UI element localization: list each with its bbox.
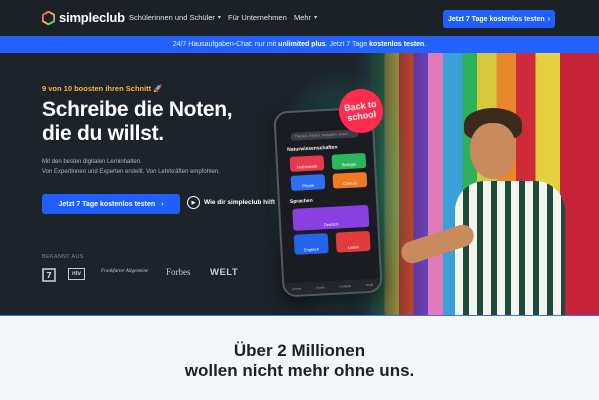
- stats-headline: Über 2 Millionen wollen nicht mehr ohne …: [0, 341, 599, 381]
- nav-link-more[interactable]: Mehr ▾: [294, 13, 317, 22]
- how-it-helps-video-link[interactable]: ▶ Wie dir simpleclub hilft: [187, 196, 275, 209]
- play-icon: ▶: [187, 196, 200, 209]
- nav-trial-button[interactable]: Jetzt 7 Tage kostenlos testen ›: [443, 10, 555, 28]
- nav-link-label: Für Unternehmen: [228, 13, 287, 22]
- nav-link-label: Schülerinnen und Schüler: [129, 13, 215, 22]
- forbes-logo: Forbes: [166, 267, 191, 277]
- video-link-label: Wie dir simpleclub hilft: [204, 199, 276, 206]
- nav-link-students[interactable]: Schülerinnen und Schüler ▾: [129, 13, 221, 22]
- phone-bottom-nav: Lernen Suche Lernplan Profil: [284, 278, 381, 296]
- hero-headline-line2: die du willst.: [42, 122, 164, 145]
- phone-section-languages: Sprachen: [289, 197, 313, 205]
- nav-trial-label: Jetzt 7 Tage kostenlos testen: [447, 15, 545, 23]
- stats-line2: wollen nicht mehr ohne uns.: [184, 361, 415, 380]
- hero-subtext-line2: Von Expertinnen und Experten erstellt. V…: [42, 169, 220, 175]
- hero-headline: Schreibe die Noten, die du willst.: [42, 98, 233, 146]
- hero-person-shirt: [455, 181, 565, 315]
- phone-tile-physics: Physik: [290, 174, 326, 191]
- banner-suffix: .: [424, 41, 427, 48]
- phone-tile-german: Deutsch: [292, 204, 370, 231]
- phone-tile-math: Mathematik: [289, 155, 325, 172]
- banner-prefix: 24/7 Hausaufgaben-Chat: nur mit: [172, 41, 277, 48]
- phone-nav-learn: Lernen: [291, 286, 302, 292]
- hero-subtext-line1: Mit den besten digitalen Lerninhalten.: [42, 159, 142, 165]
- svg-text:7: 7: [46, 271, 52, 280]
- phone-tile-biology: Biologie: [331, 152, 367, 170]
- phone-tile-english: Englisch: [293, 233, 329, 255]
- phone-mockup: Themen, Fächer, Aufgaben, Kurse Naturwis…: [273, 106, 383, 298]
- promo-banner[interactable]: 24/7 Hausaufgaben-Chat: nur mit unlimite…: [0, 36, 599, 53]
- known-from-label: BEKANNT AUS: [42, 254, 84, 260]
- phone-nav-profile: Profil: [365, 282, 373, 288]
- nav-link-companies[interactable]: Für Unternehmen: [228, 13, 287, 22]
- phone-search-bar: Themen, Fächer, Aufgaben, Kurse: [290, 129, 359, 141]
- hero-section: 9 von 10 boosten ihren Schnitt 🚀 Schreib…: [0, 53, 599, 315]
- nav-link-label: Mehr: [294, 13, 312, 22]
- hero-trial-label: Jetzt 7 Tage kostenlos testen: [58, 200, 156, 208]
- brand-name: simpleclub: [59, 10, 125, 25]
- prosieben-logo-icon: 7: [42, 268, 56, 282]
- hero-kicker: 9 von 10 boosten ihren Schnitt 🚀: [42, 84, 163, 93]
- hexagon-logo-icon: [42, 10, 55, 25]
- hero-trial-button[interactable]: Jetzt 7 Tage kostenlos testen ›: [42, 194, 180, 214]
- banner-middle: . Jetzt 7 Tage: [325, 41, 368, 48]
- brand-logo[interactable]: simpleclub: [42, 10, 125, 25]
- chevron-right-icon: ›: [161, 200, 164, 208]
- chevron-down-icon: ▾: [314, 15, 318, 21]
- phone-nav-plan: Lernplan: [339, 283, 352, 289]
- faz-logo: Frankfurter Allgemeine: [101, 269, 149, 274]
- hero-headline-line1: Schreibe die Noten,: [42, 98, 233, 121]
- top-navigation: simpleclub Schülerinnen und Schüler ▾ Fü…: [0, 0, 599, 36]
- welt-logo: WELT: [210, 267, 239, 278]
- phone-nav-search: Suche: [316, 285, 325, 290]
- phone-section-sciences: Naturwissenschaften: [287, 144, 338, 154]
- banner-trial-link[interactable]: kostenlos testen: [369, 41, 424, 48]
- chevron-right-icon: ›: [547, 15, 551, 23]
- banner-plan: unlimited plus: [278, 41, 326, 48]
- phone-tile-chemistry: Chemie: [332, 171, 368, 189]
- hero-person-face: [470, 123, 516, 179]
- section-divider: [0, 315, 599, 316]
- prosieben-logo: 7: [42, 268, 56, 282]
- hero-subtext: Mit den besten digitalen Lerninhalten. V…: [42, 157, 220, 177]
- ntv-logo: ntv: [68, 268, 85, 280]
- stats-line1: Über 2 Millionen: [233, 341, 366, 360]
- chevron-down-icon: ▾: [217, 15, 221, 21]
- phone-tile-latin: Latein: [335, 230, 371, 253]
